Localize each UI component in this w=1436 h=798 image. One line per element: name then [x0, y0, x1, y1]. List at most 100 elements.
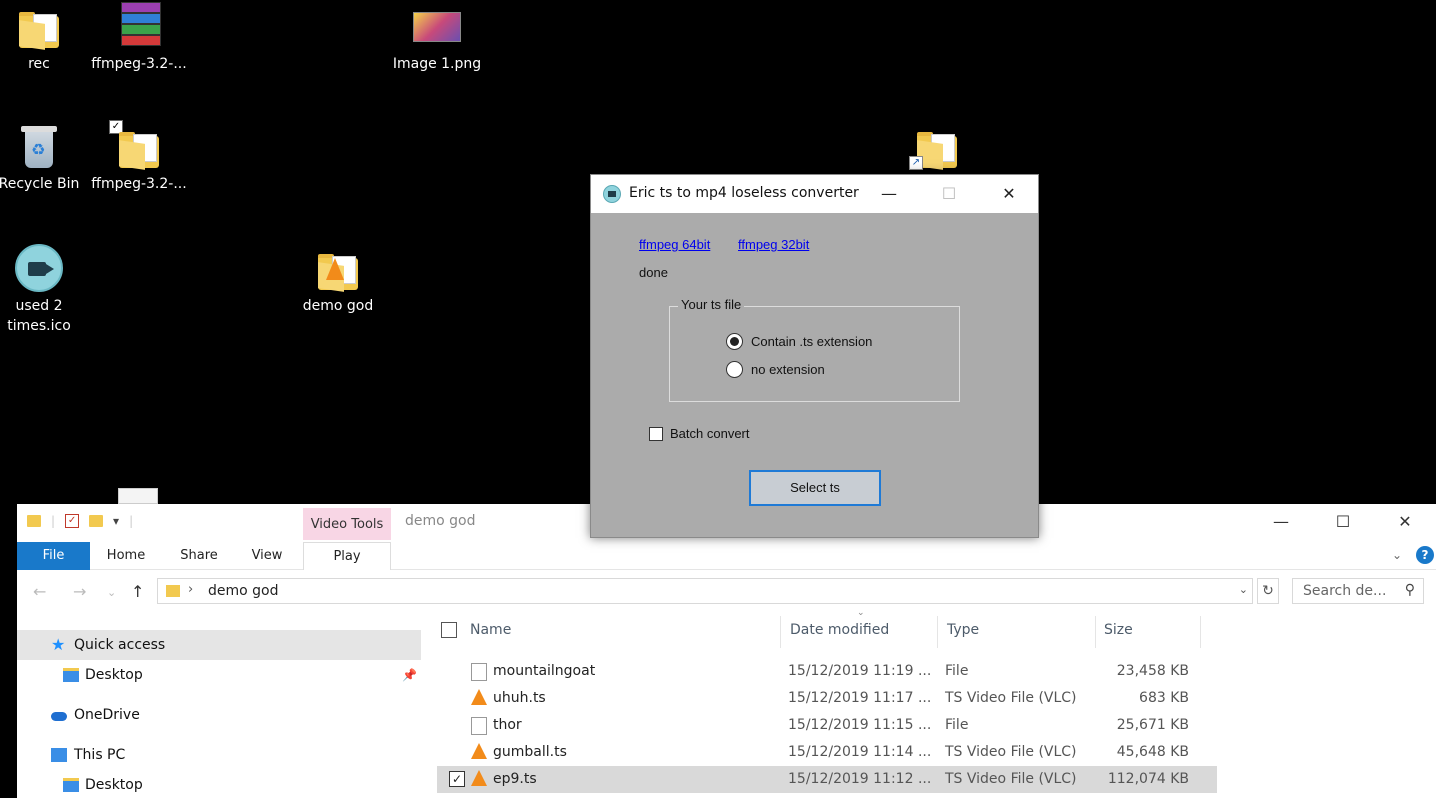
breadcrumb-separator[interactable]: ›	[188, 582, 193, 597]
desktop-icon-label: ffmpeg-3.2-...	[91, 56, 187, 72]
tab-view[interactable]: View	[245, 542, 289, 570]
file-size: 45,648 KB	[1116, 744, 1189, 760]
folder-icon[interactable]	[27, 515, 41, 527]
sort-arrow-icon: ⌄	[857, 608, 865, 618]
file-size: 683 KB	[1139, 690, 1189, 706]
tab-file[interactable]: File	[17, 542, 90, 570]
select-all-checkbox[interactable]	[441, 622, 457, 638]
converter-dialog: Eric ts to mp4 loseless converter — ☐ ✕ …	[590, 174, 1039, 538]
refresh-icon[interactable]: ↻	[1257, 578, 1279, 604]
window-title: demo god	[405, 513, 476, 529]
vlc-icon	[471, 689, 487, 705]
desktop-icon-rec[interactable]: rec	[0, 2, 89, 74]
desktop-icon-used-ico[interactable]: used 2 times.ico	[0, 244, 89, 336]
desktop-icon-image[interactable]: Image 1.png	[387, 2, 487, 74]
search-icon: ⚲	[1404, 582, 1415, 598]
address-bar[interactable]: › demo god ⌄	[157, 578, 1253, 604]
properties-icon[interactable]: ✓	[65, 514, 80, 528]
video-tools-context-tab[interactable]: Video Tools	[303, 508, 391, 540]
batch-convert-checkbox[interactable]	[649, 427, 663, 441]
vlc-icon	[471, 743, 487, 759]
status-label: done	[639, 265, 668, 280]
desktop-icon-demo-god[interactable]: demo god	[288, 244, 388, 316]
navigation-pane: ★ Quick access Desktop 📌 OneDrive This P…	[17, 630, 421, 798]
pin-icon[interactable]: 📌	[402, 660, 417, 690]
table-row[interactable]: uhuh.ts 15/12/2019 11:17 ... TS Video File…	[437, 685, 1217, 712]
batch-convert-label[interactable]: Batch convert	[670, 426, 750, 441]
dialog-close-button[interactable]: ✕	[979, 175, 1039, 213]
search-input[interactable]: Search de... ⚲	[1292, 578, 1424, 604]
ffmpeg-32bit-link[interactable]: ffmpeg 32bit	[738, 237, 809, 252]
up-arrow-icon[interactable]: ↑	[131, 582, 144, 601]
table-row[interactable]: thor 15/12/2019 11:15 ... File 25,671 KB	[437, 712, 1217, 739]
nav-item-this-pc[interactable]: This PC	[17, 740, 421, 770]
nav-item-label: Quick access	[74, 637, 166, 653]
table-row[interactable]: mountailngoat 15/12/2019 11:19 ... File 23,…	[437, 658, 1217, 685]
desktop-icon	[63, 668, 79, 682]
desktop-icon-ffmpeg-archive[interactable]: ffmpeg-3.2-...	[89, 2, 189, 74]
ribbon-tabs: File Home Share View Play ⌄ ?	[17, 540, 1436, 570]
desktop-icon-file-partial[interactable]	[118, 488, 158, 504]
back-arrow-icon[interactable]: ←	[33, 582, 46, 601]
radio-label[interactable]: Contain .ts extension	[751, 334, 872, 349]
radio-contain-extension[interactable]	[726, 333, 743, 350]
tab-home[interactable]: Home	[99, 542, 153, 570]
column-size[interactable]: Size	[1104, 622, 1133, 638]
file-date: 15/12/2019 11:15 ...	[788, 717, 932, 733]
file-type: File	[945, 663, 969, 679]
shortcut-arrow-icon: ↗	[909, 156, 923, 170]
nav-item-desktop[interactable]: Desktop 📌	[17, 660, 421, 690]
desktop-icon-ffmpeg-folder[interactable]: ✓ ffmpeg-3.2-...	[89, 120, 189, 194]
desktop-icon-shortcut-folder[interactable]: ↗	[887, 122, 987, 174]
radio-no-extension[interactable]	[726, 361, 743, 378]
row-checkbox[interactable]: ✓	[449, 771, 465, 787]
desktop-icon-recycle-bin[interactable]: ♻ Recycle Bin	[0, 122, 89, 194]
dialog-maximize-button: ☐	[941, 184, 957, 203]
table-row[interactable]: ✓ ep9.ts 15/12/2019 11:12 ... TS Video File…	[437, 766, 1217, 793]
ffmpeg-64bit-link[interactable]: ffmpeg 64bit	[639, 237, 710, 252]
minimize-button[interactable]: —	[1250, 504, 1312, 540]
tab-play[interactable]: Play	[303, 542, 391, 570]
winrar-archive-icon	[121, 2, 161, 46]
explorer-window: | ✓ ▾ | Video Tools demo god — ☐ ✕ File …	[17, 504, 1436, 798]
column-type[interactable]: Type	[947, 622, 979, 638]
file-name: ep9.ts	[493, 771, 537, 787]
close-button[interactable]: ✕	[1374, 504, 1436, 540]
address-dropdown-icon[interactable]: ⌄	[1239, 583, 1248, 596]
radio-label[interactable]: no extension	[751, 362, 825, 377]
file-name: mountailngoat	[493, 663, 596, 679]
nav-item-quick-access[interactable]: ★ Quick access	[17, 630, 421, 660]
expand-ribbon-icon[interactable]: ⌄	[1392, 548, 1402, 562]
recycle-bin-icon: ♻	[21, 126, 57, 168]
image-icon	[413, 12, 461, 42]
column-name[interactable]: Name	[470, 622, 511, 638]
address-row: ← → ⌄ ↑ › demo god ⌄ ↻ Search de... ⚲	[17, 576, 1436, 608]
new-folder-icon[interactable]	[89, 515, 104, 527]
file-type: File	[945, 717, 969, 733]
forward-arrow-icon[interactable]: →	[73, 582, 86, 601]
dialog-titlebar: Eric ts to mp4 loseless converter — ☐ ✕	[591, 175, 1038, 213]
star-icon: ★	[51, 635, 66, 654]
folder-icon	[917, 132, 957, 170]
computer-icon	[51, 748, 67, 762]
help-icon[interactable]: ?	[1416, 546, 1434, 564]
nav-item-desktop-pc[interactable]: Desktop	[17, 770, 421, 798]
search-placeholder: Search de...	[1303, 583, 1387, 599]
quick-access-toolbar: | ✓ ▾ |	[27, 514, 133, 528]
dialog-minimize-button[interactable]: —	[859, 175, 919, 213]
customize-qat-icon[interactable]: ▾	[113, 514, 119, 528]
column-date-modified[interactable]: Date modified	[790, 622, 889, 638]
desktop-icon-label: rec	[28, 56, 50, 72]
file-type: TS Video File (VLC)	[945, 690, 1077, 706]
recent-locations-icon[interactable]: ⌄	[107, 586, 116, 599]
file-rows: mountailngoat 15/12/2019 11:19 ... File 23,…	[437, 658, 1217, 793]
app-icon	[603, 185, 621, 203]
breadcrumb[interactable]: demo god	[208, 583, 279, 599]
select-ts-button[interactable]: Select ts	[749, 470, 881, 506]
file-type: TS Video File (VLC)	[945, 771, 1077, 787]
tab-share[interactable]: Share	[171, 542, 227, 570]
nav-item-onedrive[interactable]: OneDrive	[17, 700, 421, 730]
table-row[interactable]: gumball.ts 15/12/2019 11:14 ... TS Video F…	[437, 739, 1217, 766]
maximize-button[interactable]: ☐	[1312, 504, 1374, 540]
desktop-icon-label: demo god	[302, 298, 374, 314]
